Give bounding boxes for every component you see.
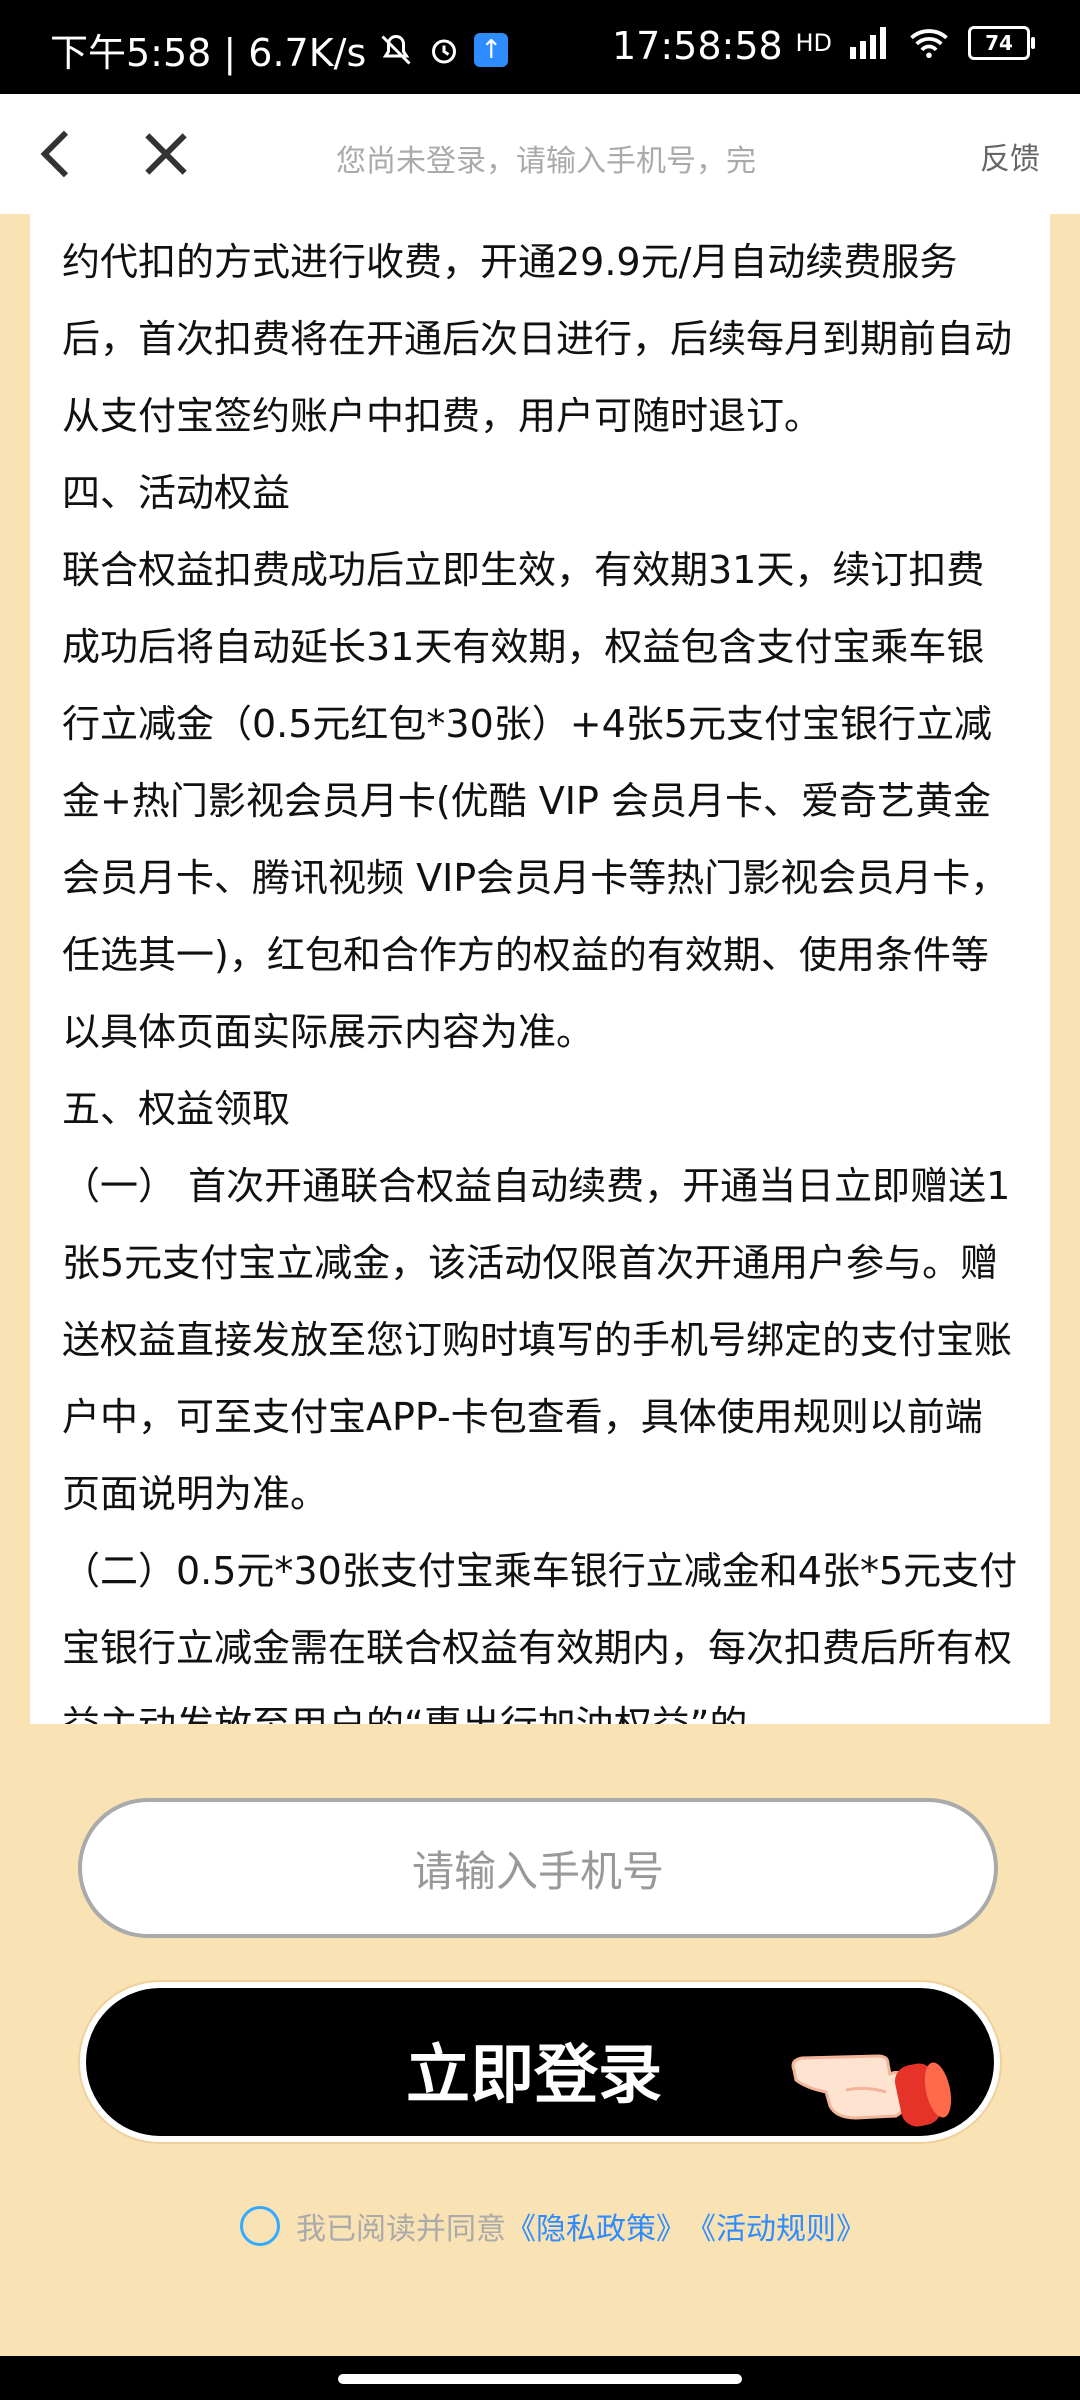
home-indicator-bar[interactable] bbox=[338, 2374, 742, 2384]
network-label: HD bbox=[795, 29, 832, 57]
rules-paragraph: （二）0.5元*30张支付宝乘车银行立减金和4张*5元支付宝银行立减金需在联合权… bbox=[62, 1549, 1018, 1724]
status-left: 下午5:58 | 6.7K/s ↑ bbox=[50, 22, 509, 77]
login-button-label: 立即登录 bbox=[406, 2039, 662, 2113]
close-icon[interactable] bbox=[134, 122, 198, 186]
signal-icon bbox=[850, 27, 886, 59]
login-button[interactable]: 立即登录 bbox=[80, 1982, 1000, 2142]
rules-paragraph: （一） 首次开通联合权益自动续费，开通当日立即赠送1张5元支付宝立减金，该活动仅… bbox=[62, 1164, 1013, 1516]
upload-icon: ↑ bbox=[474, 32, 509, 67]
rules-text: 约代扣的方式进行收费，开通29.9元/月自动续费服务后，首次扣费将在开通后次日进… bbox=[30, 214, 1050, 1724]
battery-icon: 74 bbox=[968, 26, 1035, 60]
agree-text: 我已阅读并同意 bbox=[296, 2212, 506, 2247]
feedback-button[interactable]: 反馈 bbox=[980, 134, 1040, 178]
wifi-icon bbox=[910, 29, 948, 59]
status-left-text: 下午5:58 | 6.7K/s bbox=[50, 31, 367, 75]
activity-rules-link[interactable]: 《活动规则》 bbox=[686, 2204, 866, 2248]
back-arrow-icon[interactable] bbox=[26, 122, 90, 186]
agree-checkbox[interactable] bbox=[240, 2206, 280, 2246]
page-title: 您尚未登录，请输入手机号，完 bbox=[336, 144, 756, 179]
section-heading: 四、活动权益 bbox=[62, 471, 291, 515]
privacy-policy-link[interactable]: 《隐私政策》 bbox=[506, 2204, 686, 2248]
phone-input[interactable]: 请输入手机号 bbox=[78, 1798, 998, 1938]
section-heading: 五、权益领取 bbox=[62, 1087, 291, 1131]
nav-bar: 您尚未登录，请输入手机号，完 反馈 bbox=[0, 94, 1080, 214]
pointing-hand-icon bbox=[791, 2054, 952, 2127]
status-bar: 下午5:58 | 6.7K/s ↑ 17:58:58 HD 74 bbox=[0, 0, 1080, 94]
rules-content[interactable]: 约代扣的方式进行收费，开通29.9元/月自动续费服务后，首次扣费将在开通后次日进… bbox=[30, 214, 1050, 1724]
rules-paragraph: 约代扣的方式进行收费，开通29.9元/月自动续费服务后，首次扣费将在开通后次日进… bbox=[62, 240, 1013, 438]
alarm-icon bbox=[432, 39, 457, 63]
agreement-row: 我已阅读并同意 《隐私政策》 《活动规则》 bbox=[240, 2204, 866, 2248]
mute-bell-icon bbox=[381, 34, 411, 65]
status-time: 17:58:58 bbox=[612, 24, 783, 68]
status-right: HD 74 bbox=[795, 26, 1035, 60]
rules-paragraph: 联合权益扣费成功后立即生效，有效期31天，续订扣费成功后将自动延长31天有效期，… bbox=[62, 548, 1009, 1054]
